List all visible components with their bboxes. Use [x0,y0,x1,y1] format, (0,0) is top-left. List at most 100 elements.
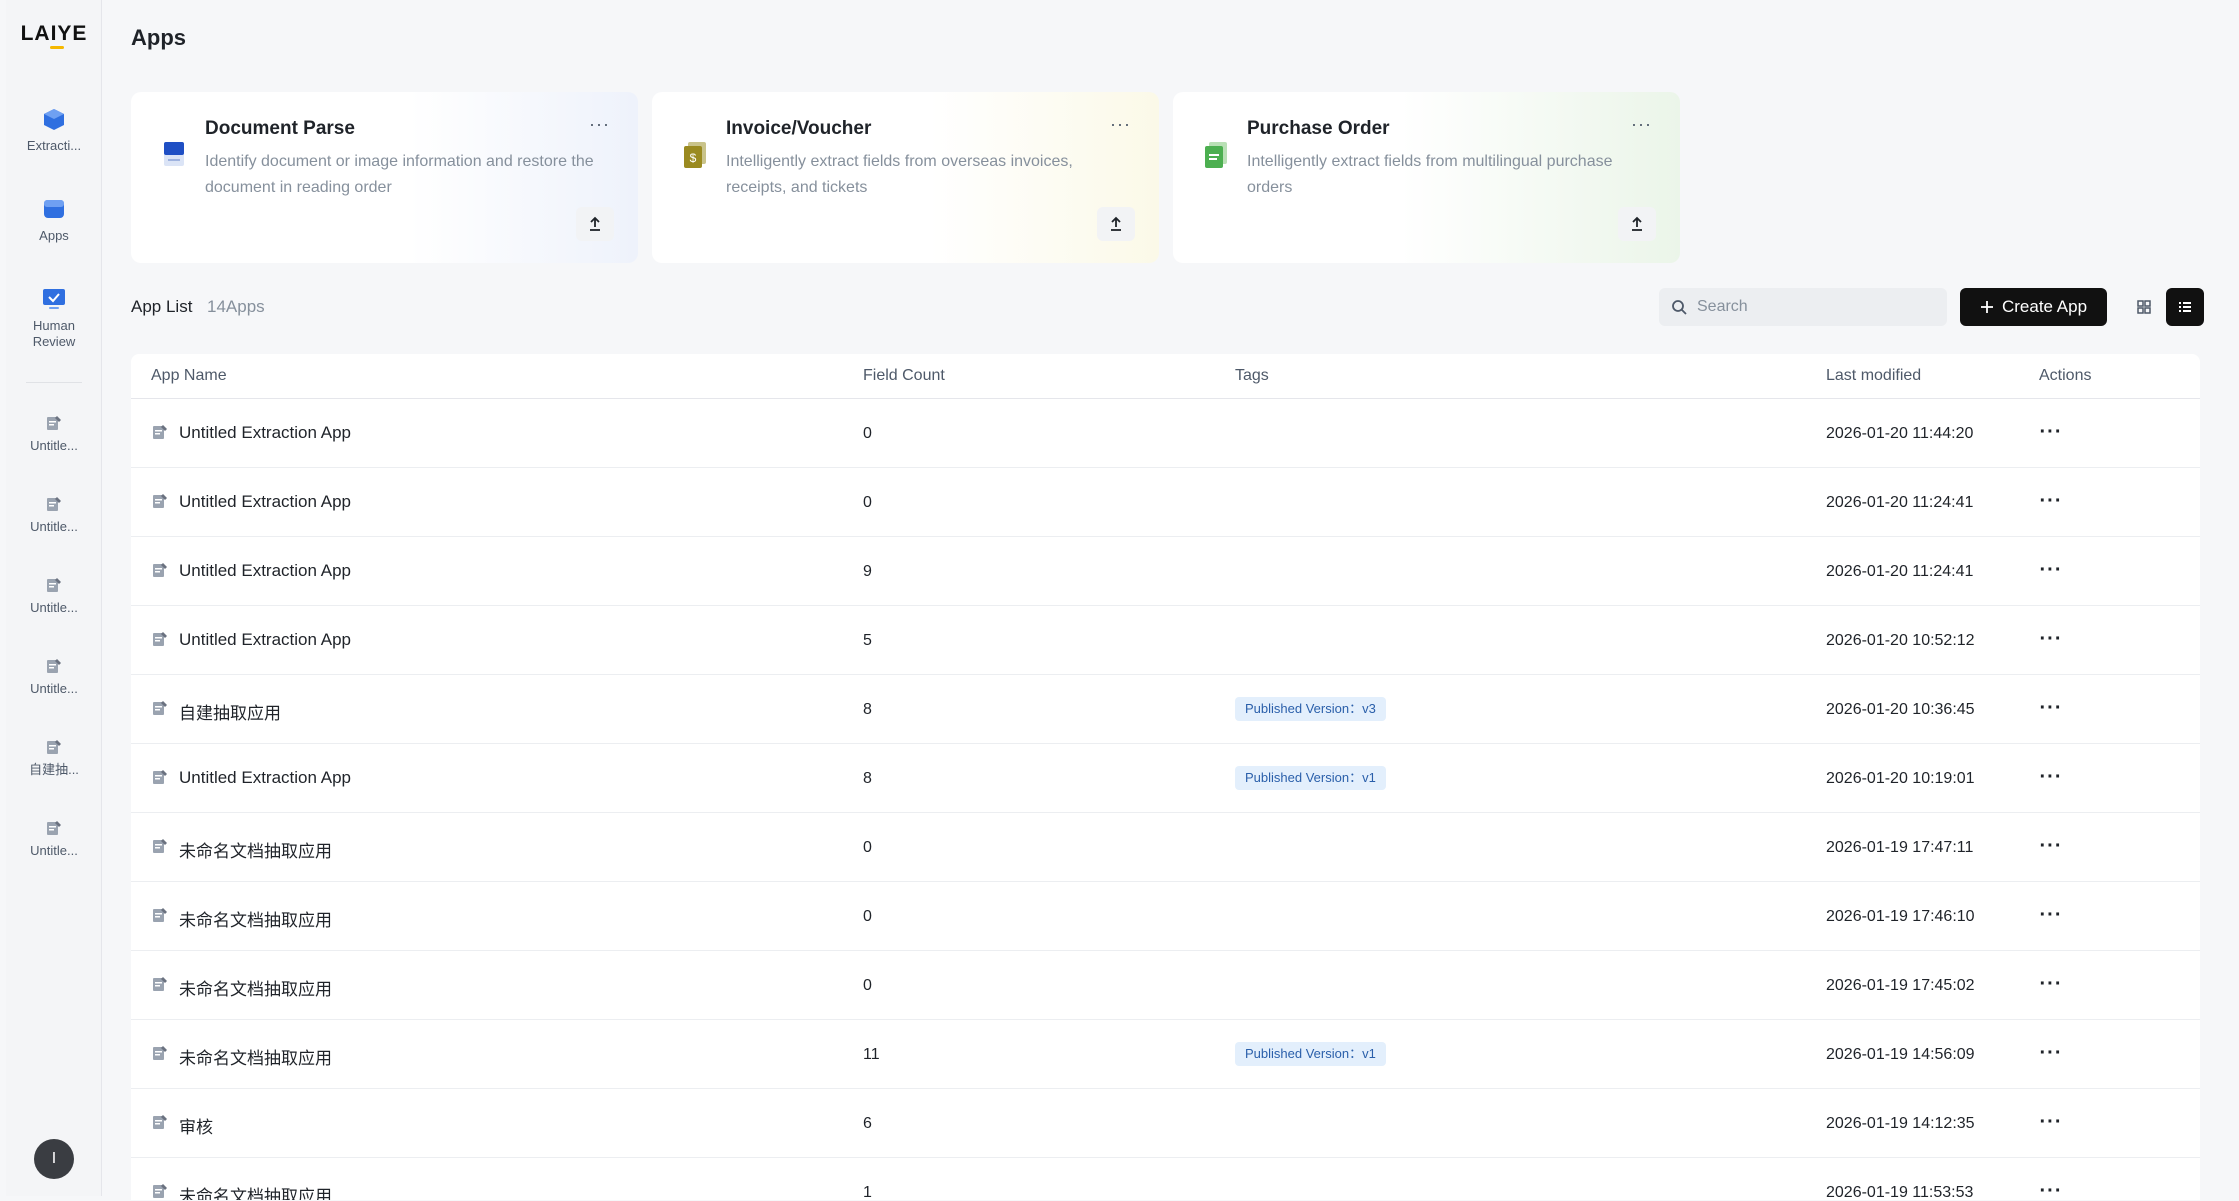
row-actions-button[interactable]: ··· [2036,417,2066,447]
sidebar-app-item[interactable]: Untitle... [6,495,102,535]
template-card-purchase-order[interactable]: Purchase Order Intelligently extract fie… [1173,92,1680,263]
table-row[interactable]: 未命名文档抽取应用 11 Published Version：v1 2026-01-1… [131,1020,2200,1089]
row-actions-button[interactable]: ··· [2036,486,2066,516]
upload-button[interactable] [1097,207,1135,241]
grid-icon [2137,300,2151,314]
table-row[interactable]: Untitled Extraction App 9 2026-01-20 11:24… [131,537,2200,606]
document-edit-icon [47,578,61,592]
document-parse-icon [164,142,184,166]
row-actions-button[interactable]: ··· [2036,1107,2066,1137]
table-row[interactable]: 未命名文档抽取应用 1 2026-01-19 11:53:53 ··· [131,1158,2200,1200]
sidebar-app-item[interactable]: Untitle... [6,819,102,859]
card-description: Intelligently extract fields from overse… [726,153,1073,196]
app-name[interactable]: Untitled Extraction App [179,492,351,512]
sidebar-item-label: Human Review [32,318,76,349]
row-actions-button[interactable]: ··· [2036,969,2066,999]
last-modified: 2026-01-19 14:56:09 [1826,1046,1975,1063]
table-row[interactable]: 自建抽取应用 8 Published Version：v3 2026-01-20 10… [131,675,2200,744]
sidebar-app-label: Untitle... [30,438,78,453]
template-card-invoice[interactable]: $ Invoice/Voucher Intelligently extract … [652,92,1159,263]
upload-icon [1111,216,1121,231]
row-actions-button[interactable]: ··· [2036,1176,2066,1200]
field-count: 1 [863,1184,872,1200]
row-actions-button[interactable]: ··· [2036,1038,2066,1068]
field-count: 0 [863,494,872,511]
user-avatar[interactable]: I [34,1139,74,1179]
sidebar-app-item[interactable]: Untitle... [6,414,102,454]
document-edit-icon [153,1115,167,1129]
upload-button[interactable] [1618,207,1656,241]
search-icon [1672,300,1687,315]
field-count: 0 [863,425,872,442]
app-name[interactable]: Untitled Extraction App [179,561,351,581]
sidebar-app-label: 自建抽... [29,762,79,777]
row-actions-button[interactable]: ··· [2036,555,2066,585]
app-name[interactable]: Untitled Extraction App [179,768,351,788]
list-view-toggle[interactable] [2166,288,2204,326]
more-options-icon: ··· [2039,835,2063,857]
table-row[interactable]: 未命名文档抽取应用 0 2026-01-19 17:45:02 ··· [131,951,2200,1020]
svg-text:$: $ [690,151,697,165]
app-name[interactable]: 未命名文档抽取应用 [179,1182,332,1200]
app-name[interactable]: 未命名文档抽取应用 [179,837,332,862]
table-row[interactable]: 未命名文档抽取应用 0 2026-01-19 17:47:11 ··· [131,813,2200,882]
row-actions-button[interactable]: ··· [2036,624,2066,654]
document-edit-icon [153,1184,167,1198]
more-options-icon: ··· [2039,1111,2063,1133]
row-actions-button[interactable]: ··· [2036,693,2066,723]
grid-view-toggle[interactable] [2127,290,2161,324]
row-actions-button[interactable]: ··· [2036,762,2066,792]
published-version-tag: Published Version：v3 [1235,697,1386,721]
field-count: 0 [863,908,872,925]
more-options-icon: ··· [2039,904,2063,926]
table-row[interactable]: Untitled Extraction App 8 Published Versio… [131,744,2200,813]
app-name[interactable]: 未命名文档抽取应用 [179,1044,332,1069]
table-header: App Name Field Count Tags Last modified … [131,354,2200,399]
document-edit-icon [47,416,61,430]
app-name[interactable]: 未命名文档抽取应用 [179,906,332,931]
document-edit-icon [153,908,167,922]
table-row[interactable]: Untitled Extraction App 5 2026-01-20 10:52… [131,606,2200,675]
sidebar-app-item[interactable]: Untitle... [6,657,102,697]
last-modified: 2026-01-19 14:12:35 [1826,1115,1975,1132]
table-row[interactable]: 审核 6 2026-01-19 14:12:35 ··· [131,1089,2200,1158]
template-card-document-parse[interactable]: Document Parse Identify document or imag… [131,92,638,263]
sidebar-item-human-review[interactable]: Human Review [6,286,102,350]
logo: LAIYE [20,22,88,45]
more-options-icon: ··· [2039,628,2063,650]
app-name[interactable]: 审核 [179,1113,213,1138]
table-row[interactable]: 未命名文档抽取应用 0 2026-01-19 17:46:10 ··· [131,882,2200,951]
upload-icon [590,216,600,231]
invoice-icon: $ [684,142,706,168]
more-options-icon: ··· [2039,1180,2063,1200]
upload-button[interactable] [576,207,614,241]
row-actions-button[interactable]: ··· [2036,831,2066,861]
search-box[interactable] [1659,288,1947,326]
card-description: Identify document or image information a… [205,153,594,196]
more-options-icon[interactable]: ··· [589,114,610,135]
sidebar: LAIYE Extracti... Apps Human Review Unti… [6,0,102,1196]
table-row[interactable]: Untitled Extraction App 0 2026-01-20 11:24… [131,468,2200,537]
create-app-button[interactable]: Create App [1960,288,2107,326]
app-name[interactable]: Untitled Extraction App [179,423,351,443]
document-edit-icon [47,740,61,754]
column-header-tags: Tags [1235,367,1269,384]
app-name[interactable]: 未命名文档抽取应用 [179,975,332,1000]
sidebar-item-apps[interactable]: Apps [6,196,102,244]
app-name[interactable]: 自建抽取应用 [179,699,281,724]
app-list-title: App List [131,297,193,316]
sidebar-app-item[interactable]: 自建抽... [6,738,102,778]
row-actions-button[interactable]: ··· [2036,900,2066,930]
more-options-icon[interactable]: ··· [1631,114,1652,135]
upload-icon [1632,216,1642,231]
sidebar-item-extraction[interactable]: Extracti... [6,106,102,154]
main-content: Apps Document Parse Identify document or… [103,0,2229,1200]
sidebar-app-item[interactable]: Untitle... [6,576,102,616]
app-name[interactable]: Untitled Extraction App [179,630,351,650]
search-input[interactable] [1697,288,1937,326]
create-app-label: Create App [2001,297,2088,316]
monitor-check-icon [43,289,65,309]
more-options-icon[interactable]: ··· [1110,114,1131,135]
sidebar-divider [26,382,82,383]
table-row[interactable]: Untitled Extraction App 0 2026-01-20 11:44… [131,399,2200,468]
